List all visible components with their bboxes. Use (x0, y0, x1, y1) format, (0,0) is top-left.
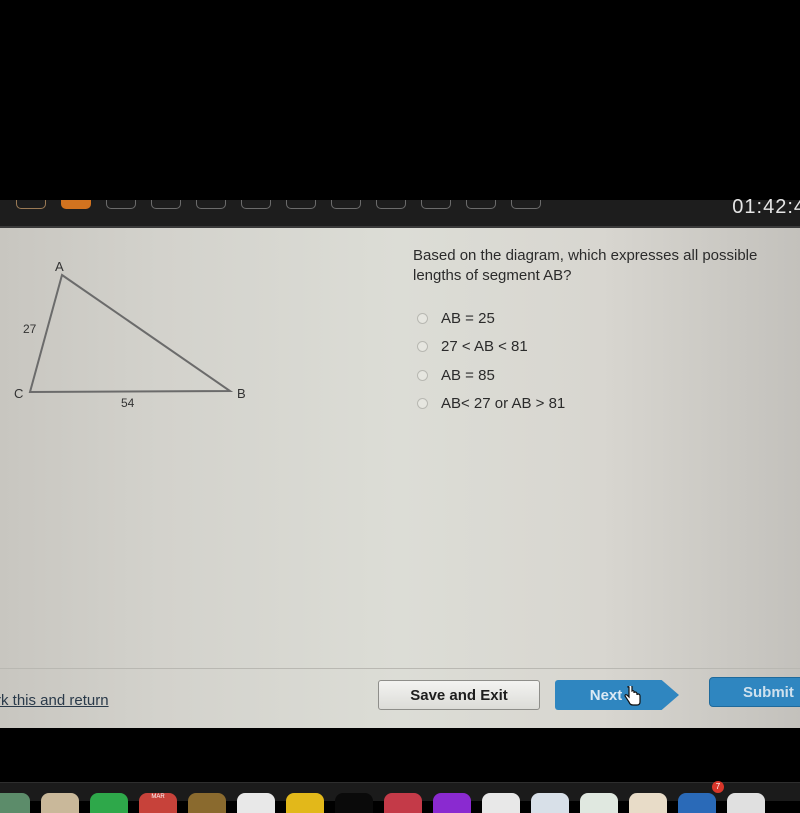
dock-app-icon[interactable] (531, 793, 569, 813)
choice-ab-equals-25[interactable]: AB = 25 (417, 304, 565, 333)
dock: MAR (0, 782, 800, 813)
choice-label: AB = 25 (441, 309, 495, 327)
triangle-abc (28, 273, 234, 394)
choice-ab-equals-85[interactable]: AB = 85 (417, 361, 565, 390)
question-nav-box-4[interactable] (151, 200, 181, 209)
answer-choices: AB = 25 27 < AB < 81 AB = 85 AB< 27 or A… (417, 304, 565, 418)
dock-app-icon[interactable] (482, 793, 520, 813)
radio-button[interactable] (417, 312, 428, 324)
choice-label: AB = 85 (441, 366, 495, 384)
hand-pointer-cursor-icon (624, 686, 641, 706)
dock-app-icon[interactable] (629, 793, 667, 813)
save-and-exit-button[interactable]: Save and Exit (378, 680, 540, 710)
dock-app-icon[interactable] (678, 793, 716, 813)
dock-app-icon[interactable] (433, 793, 471, 813)
dock-app-icon[interactable] (580, 793, 618, 813)
choice-ab-lt-27-or-gt-81[interactable]: AB< 27 or AB > 81 (417, 390, 565, 419)
choice-27-lt-ab-lt-81[interactable]: 27 < AB < 81 (417, 333, 565, 362)
dock-app-icon[interactable] (384, 793, 422, 813)
question-nav-bar: 01:42:4 (0, 196, 800, 228)
triangle-diagram: A B C 27 54 (14, 259, 246, 410)
dock-app-icon[interactable] (0, 793, 30, 813)
dock-app-icon[interactable] (41, 793, 79, 813)
question-text: Based on the diagram, which expresses al… (413, 247, 758, 284)
dock-app-icon[interactable] (727, 793, 765, 813)
mark-and-return-link[interactable]: rk this and return (0, 692, 109, 709)
question-nav-box-7[interactable] (286, 200, 316, 209)
dock-app-icon[interactable] (335, 793, 373, 813)
question-nav-box-2[interactable] (61, 200, 91, 209)
vertex-a-label: A (55, 259, 64, 274)
radio-button[interactable] (417, 341, 428, 353)
vertex-c-label: C (14, 386, 23, 401)
radio-button[interactable] (417, 369, 428, 381)
question-nav-box-5[interactable] (196, 200, 226, 209)
question-nav-box-3[interactable] (106, 200, 136, 209)
dock-app-icon[interactable] (286, 793, 324, 813)
choice-label: 27 < AB < 81 (441, 338, 528, 356)
question-nav-box-10[interactable] (421, 200, 451, 209)
next-button[interactable]: Next (555, 680, 679, 710)
vertex-b-label: B (237, 386, 246, 401)
side-cb-length: 54 (121, 396, 135, 410)
question-nav-box-12[interactable] (511, 200, 541, 209)
dock-app-icon[interactable] (237, 793, 275, 813)
footer-divider (0, 668, 800, 669)
dock-app-icon[interactable]: MAR (139, 793, 177, 813)
radio-button[interactable] (417, 398, 428, 410)
question-nav-box-8[interactable] (331, 200, 361, 209)
side-ac-length: 27 (23, 322, 37, 336)
question-nav-box-1[interactable] (16, 200, 46, 209)
question-panel: A B C 27 54 Based on the diagram, which … (0, 228, 800, 728)
dock-app-icon[interactable] (90, 793, 128, 813)
question-nav-box-11[interactable] (466, 200, 496, 209)
choice-label: AB< 27 or AB > 81 (441, 395, 566, 413)
question-nav-box-9[interactable] (376, 200, 406, 209)
dock-app-icon[interactable] (188, 793, 226, 813)
submit-button[interactable]: Submit (709, 677, 800, 707)
timer: 01:42:4 (732, 196, 800, 218)
notification-badge: 7 (712, 781, 724, 793)
question-nav-box-6[interactable] (241, 200, 271, 209)
